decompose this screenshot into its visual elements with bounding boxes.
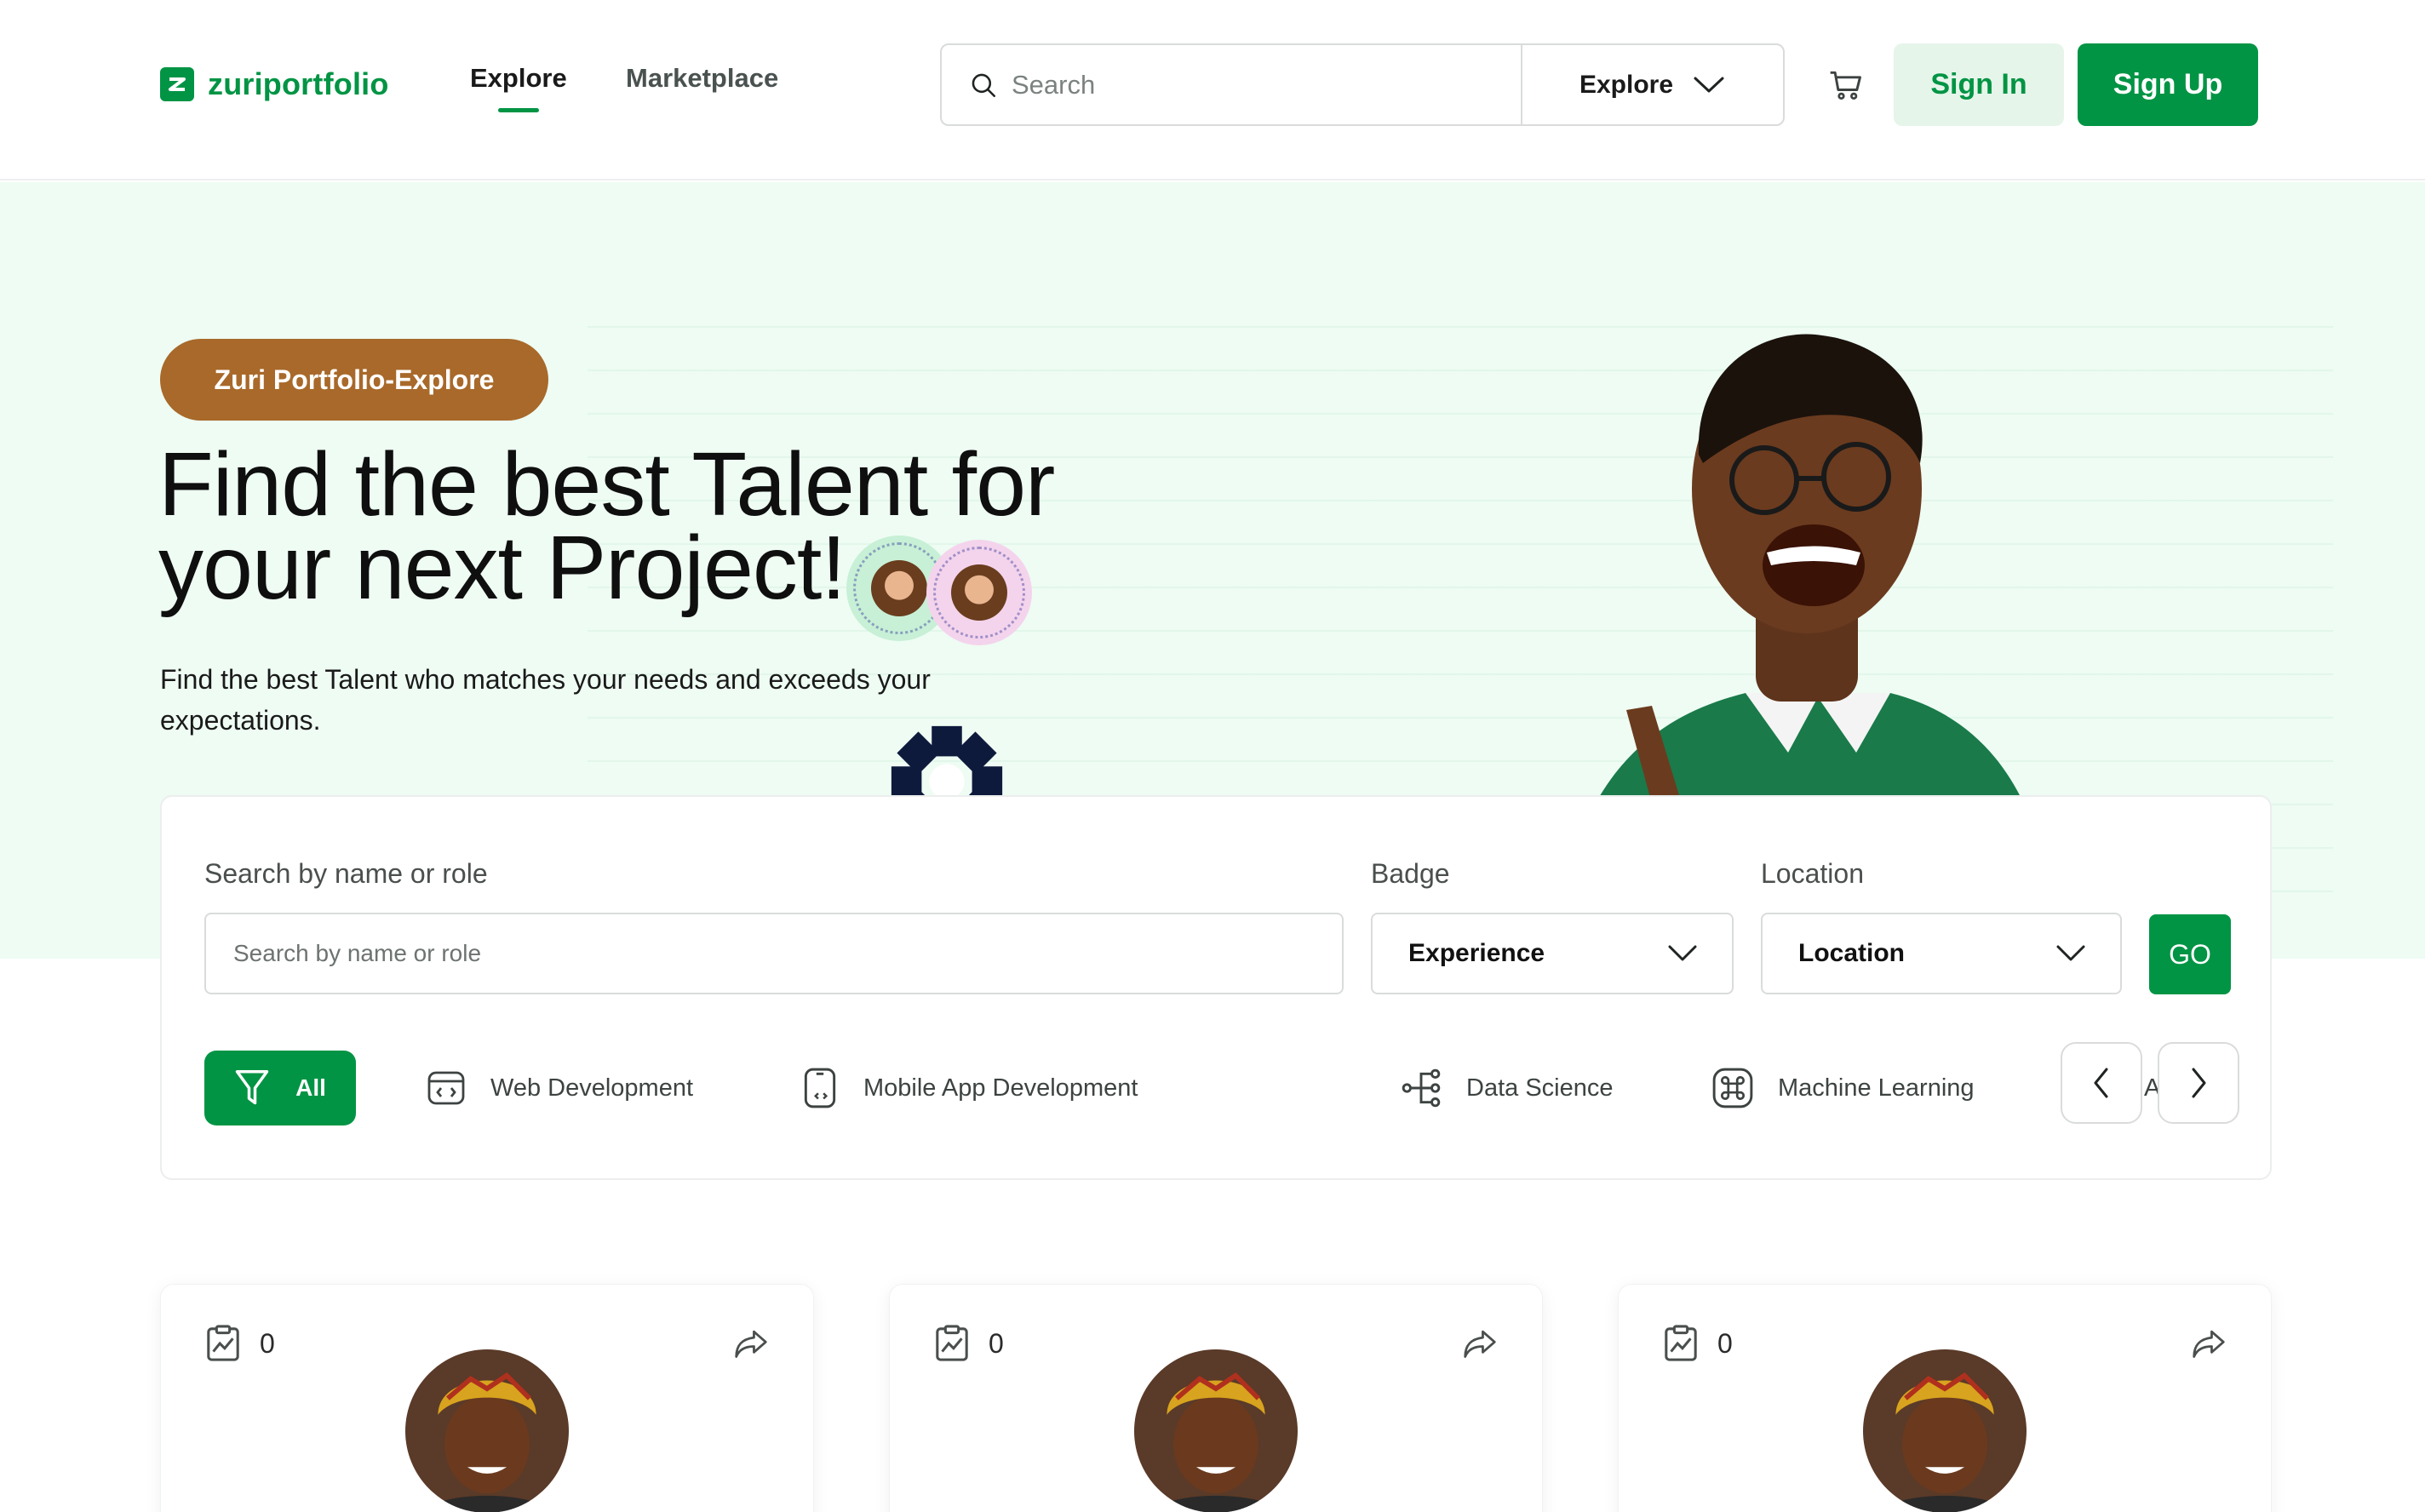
project-count-value: 0 — [260, 1327, 275, 1359]
talent-filter-card: Search by name or role Badge Location Se… — [160, 795, 2272, 1180]
categories-prev-button[interactable] — [2061, 1042, 2142, 1124]
talent-badge-fullstack — [926, 540, 1032, 645]
brand-name: zuriportfolio — [208, 66, 389, 101]
category-all[interactable]: All — [204, 1051, 356, 1125]
category-web-development[interactable]: Web Development — [426, 1051, 693, 1125]
hero-subtitle-line1: Find the best Talent who matches your ne… — [160, 664, 931, 695]
chevron-down-icon — [2056, 945, 2085, 961]
project-count: 0 — [934, 1324, 1004, 1363]
chevron-down-icon — [1668, 945, 1697, 961]
category-data-science-label: Data Science — [1466, 1074, 1614, 1102]
search-placeholder: Search — [1012, 69, 1096, 100]
category-tabs: All Web Development Mobile App Developme… — [204, 1051, 2219, 1132]
clipboard-chart-icon — [936, 1325, 968, 1361]
profile-card[interactable]: 0 — [1618, 1284, 2272, 1512]
category-mobile-app-development[interactable]: Mobile App Development — [800, 1051, 1138, 1125]
share-icon[interactable] — [1462, 1327, 1498, 1360]
go-button[interactable]: GO — [2149, 914, 2231, 994]
profile-avatar — [405, 1349, 569, 1512]
project-count: 0 — [205, 1324, 275, 1363]
funnel-icon — [235, 1070, 269, 1105]
location-select[interactable]: Location — [1761, 913, 2122, 994]
hero-title-line2: your next Project! — [158, 518, 846, 618]
category-machine-learning-label: Machine Learning — [1778, 1074, 1975, 1102]
cart-icon[interactable] — [1827, 66, 1865, 104]
category-mobile-app-development-label: Mobile App Development — [863, 1074, 1138, 1102]
profile-avatar — [1863, 1349, 2027, 1512]
brand-logo[interactable]: zuriportfolio — [160, 66, 389, 102]
share-icon[interactable] — [2191, 1327, 2227, 1360]
share-icon[interactable] — [733, 1327, 769, 1360]
profile-card[interactable]: 0 — [160, 1284, 814, 1512]
search-icon — [972, 73, 996, 97]
browser-code-icon — [427, 1071, 465, 1105]
nav-link-explore-label: Explore — [470, 63, 567, 93]
nav-link-marketplace-label: Marketplace — [626, 63, 779, 93]
name-role-placeholder: Search by name or role — [233, 940, 482, 966]
name-role-search-input[interactable]: Search by name or role — [204, 913, 1344, 994]
project-count-value: 0 — [989, 1327, 1004, 1359]
category-machine-learning[interactable]: Machine Learning — [1711, 1051, 1975, 1125]
chevron-left-icon — [2094, 1068, 2108, 1098]
explore-dropdown-label: Explore — [1579, 70, 1674, 99]
category-all-label: All — [295, 1074, 326, 1101]
sign-in-button[interactable]: Sign In — [1894, 43, 2064, 126]
search-input[interactable]: Search — [942, 45, 1522, 124]
category-data-science[interactable]: Data Science — [1400, 1051, 1614, 1125]
command-icon — [1712, 1068, 1753, 1108]
chevron-down-icon — [1694, 77, 1724, 92]
active-underline — [497, 108, 539, 112]
category-web-development-label: Web Development — [490, 1074, 694, 1102]
top-navbar: zuriportfolio Explore Marketplace Search… — [0, 0, 2425, 180]
profile-card[interactable]: 0 — [889, 1284, 1543, 1512]
search-by-name-label: Search by name or role — [204, 858, 488, 889]
badge-select[interactable]: Experience — [1371, 913, 1734, 994]
location-select-value: Location — [1798, 939, 1905, 967]
hero-pill: Zuri Portfolio-Explore — [160, 339, 548, 421]
nav-link-marketplace[interactable]: Marketplace — [626, 63, 778, 94]
explore-dropdown[interactable]: Explore — [1522, 45, 1783, 124]
global-search: Search Explore — [940, 43, 1785, 126]
clipboard-chart-icon — [1665, 1325, 1697, 1361]
project-count-value: 0 — [1717, 1327, 1733, 1359]
categories-next-button[interactable] — [2158, 1042, 2239, 1124]
chevron-right-icon — [2192, 1068, 2206, 1098]
badge-select-value: Experience — [1408, 939, 1545, 967]
sign-up-button[interactable]: Sign Up — [2078, 43, 2258, 126]
location-label: Location — [1761, 858, 1864, 889]
hero-subtitle-line2: expectations. — [160, 705, 321, 736]
logo-mark-icon — [160, 67, 194, 101]
nav-link-explore[interactable]: Explore — [470, 63, 567, 112]
clipboard-chart-icon — [207, 1325, 239, 1361]
project-count: 0 — [1663, 1324, 1733, 1363]
badge-label: Badge — [1371, 858, 1450, 889]
profile-avatar — [1134, 1349, 1298, 1512]
mobile-code-icon — [804, 1068, 836, 1108]
data-tree-icon — [1402, 1068, 1441, 1108]
